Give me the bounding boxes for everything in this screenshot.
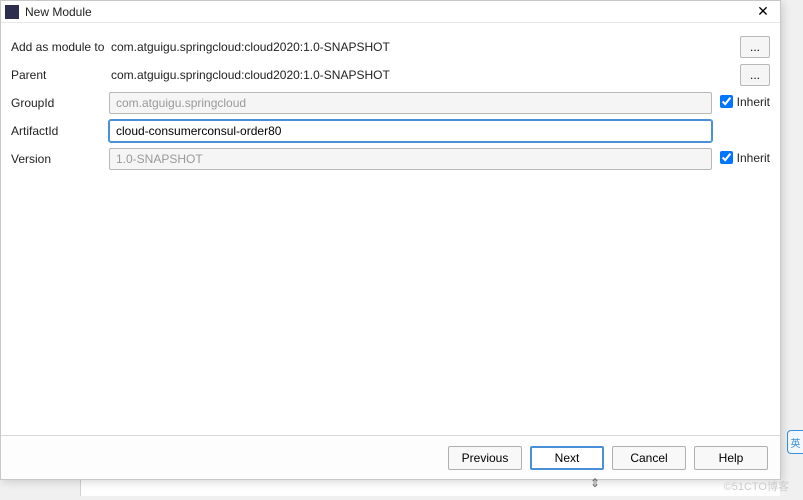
add-as-module-value: com.atguigu.springcloud:cloud2020:1.0-SN… bbox=[109, 40, 390, 54]
title-bar: New Module ✕ bbox=[1, 1, 780, 23]
help-button[interactable]: Help bbox=[694, 446, 768, 470]
cancel-button[interactable]: Cancel bbox=[612, 446, 686, 470]
previous-button[interactable]: Previous bbox=[448, 446, 522, 470]
app-icon bbox=[5, 5, 19, 19]
groupid-inherit-label: Inherit bbox=[737, 95, 770, 109]
groupid-input bbox=[109, 92, 712, 114]
version-inherit-wrap[interactable]: Inherit bbox=[720, 151, 770, 165]
artifactid-label: ArtifactId bbox=[11, 119, 109, 143]
artifactid-input[interactable] bbox=[109, 120, 712, 142]
groupid-inherit-wrap[interactable]: Inherit bbox=[720, 95, 770, 109]
background-panel bbox=[80, 478, 780, 496]
close-button[interactable]: ✕ bbox=[750, 2, 776, 22]
dialog-content: Add as module to com.atguigu.springcloud… bbox=[1, 23, 780, 435]
parent-browse-button[interactable]: ... bbox=[740, 64, 770, 86]
version-inherit-checkbox[interactable] bbox=[720, 151, 733, 164]
add-as-module-browse-button[interactable]: ... bbox=[740, 36, 770, 58]
parent-value: com.atguigu.springcloud:cloud2020:1.0-SN… bbox=[109, 68, 390, 82]
add-as-module-label: Add as module to bbox=[11, 35, 109, 59]
button-bar: Previous Next Cancel Help bbox=[1, 435, 780, 479]
form-table: Add as module to com.atguigu.springcloud… bbox=[11, 31, 770, 175]
version-inherit-label: Inherit bbox=[737, 151, 770, 165]
version-label: Version bbox=[11, 147, 109, 171]
new-module-dialog: New Module ✕ Add as module to com.atguig… bbox=[0, 0, 781, 480]
side-widget-ime[interactable]: 英 bbox=[787, 430, 803, 454]
version-input bbox=[109, 148, 712, 170]
parent-label: Parent bbox=[11, 63, 109, 87]
groupid-inherit-checkbox[interactable] bbox=[720, 95, 733, 108]
window-title: New Module bbox=[25, 5, 750, 19]
next-button[interactable]: Next bbox=[530, 446, 604, 470]
groupid-label: GroupId bbox=[11, 91, 109, 115]
